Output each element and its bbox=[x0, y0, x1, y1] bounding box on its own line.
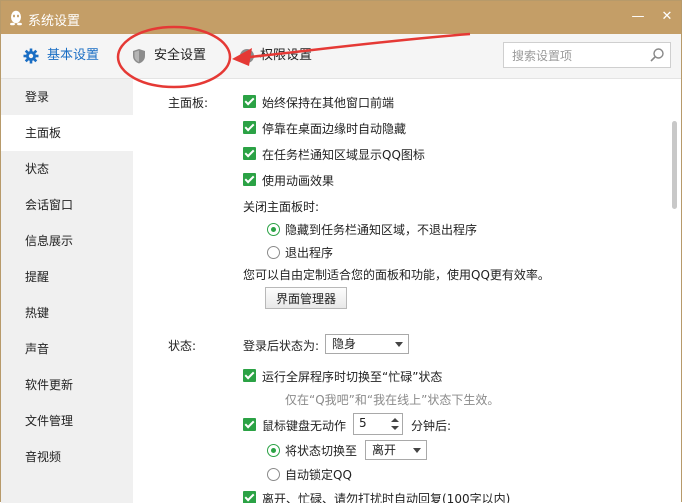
idle-suffix-label: 分钟后: bbox=[411, 419, 452, 433]
window-title: 系统设置 bbox=[28, 14, 81, 29]
minimize-button[interactable]: — bbox=[630, 9, 646, 25]
sidebar-item-login[interactable]: 登录 bbox=[1, 79, 133, 115]
tab-permission-settings-label: 权限设置 bbox=[260, 48, 313, 63]
tab-basic-settings-label: 基本设置 bbox=[47, 48, 100, 63]
hide-to-tray-label[interactable]: 隐藏到任务栏通知区域，不退出程序 bbox=[285, 221, 477, 238]
title-bar: 系统设置 — ✕ bbox=[1, 1, 681, 34]
exit-program-label[interactable]: 退出程序 bbox=[285, 244, 333, 261]
scrollbar-thumb[interactable] bbox=[672, 121, 677, 209]
chevron-down-icon bbox=[413, 448, 421, 453]
tab-permission-settings[interactable]: ? 权限设置 bbox=[239, 34, 329, 78]
idle-minutes-stepper[interactable]: 5 bbox=[353, 413, 403, 435]
auto-hide-checkbox[interactable] bbox=[243, 121, 256, 134]
after-login-status-label: 登录后状态为: bbox=[243, 339, 320, 353]
fullscreen-busy-checkbox[interactable] bbox=[243, 369, 256, 382]
animation-label[interactable]: 使用动画效果 bbox=[262, 172, 334, 189]
search-box bbox=[503, 42, 671, 68]
main-panel-section-label: 主面板: bbox=[168, 96, 209, 110]
always-on-top-checkbox[interactable] bbox=[243, 95, 256, 108]
gear-icon bbox=[23, 48, 39, 64]
search-icon[interactable] bbox=[649, 47, 665, 63]
auto-reply-label[interactable]: 离开、忙碌、请勿打扰时自动回复(100字以内) bbox=[262, 490, 510, 503]
tray-icon-label[interactable]: 在任务栏通知区域显示QQ图标 bbox=[262, 146, 425, 163]
sidebar-item-main-panel[interactable]: 主面板 bbox=[1, 115, 133, 151]
switch-status-label[interactable]: 将状态切换至 bbox=[285, 442, 357, 459]
auto-hide-label[interactable]: 停靠在桌面边缘时自动隐藏 bbox=[262, 120, 406, 137]
sidebar-item-chat-window[interactable]: 会话窗口 bbox=[1, 187, 133, 223]
sidebar-item-sound[interactable]: 声音 bbox=[1, 331, 133, 367]
always-on-top-label[interactable]: 始终保持在其他窗口前端 bbox=[262, 94, 394, 111]
stepper-up-icon[interactable] bbox=[391, 418, 399, 422]
switch-status-value: 离开 bbox=[372, 443, 397, 457]
stepper-down-icon[interactable] bbox=[391, 426, 399, 430]
animation-checkbox[interactable] bbox=[243, 173, 256, 186]
idle-label[interactable]: 鼠标键盘无动作 bbox=[262, 417, 346, 434]
tab-security-settings[interactable]: 安全设置 bbox=[131, 34, 221, 78]
sidebar-item-hotkeys[interactable]: 热键 bbox=[1, 295, 133, 331]
svg-text:?: ? bbox=[244, 52, 249, 63]
auto-lock-radio[interactable] bbox=[267, 468, 280, 481]
sidebar-item-status[interactable]: 状态 bbox=[1, 151, 133, 187]
auto-lock-label[interactable]: 自动锁定QQ bbox=[285, 466, 352, 483]
customize-hint: 您可以自由定制适合您的面板和功能，使用QQ更有效率。 bbox=[243, 268, 550, 282]
settings-sidebar: 登录 主面板 状态 会话窗口 信息展示 提醒 热键 声音 软件更新 文件管理 音… bbox=[1, 79, 133, 503]
switch-status-select[interactable]: 离开 bbox=[365, 440, 427, 460]
sidebar-item-file-management[interactable]: 文件管理 bbox=[1, 403, 133, 439]
qq-penguin-icon bbox=[10, 10, 22, 26]
interface-manager-button[interactable]: 界面管理器 bbox=[265, 287, 347, 309]
close-behavior-label: 关闭主面板时: bbox=[243, 200, 320, 214]
search-input[interactable] bbox=[510, 44, 644, 68]
sidebar-item-software-update[interactable]: 软件更新 bbox=[1, 367, 133, 403]
auto-reply-checkbox[interactable] bbox=[243, 491, 256, 503]
close-button[interactable]: ✕ bbox=[659, 9, 675, 25]
content-scrollbar[interactable] bbox=[669, 79, 681, 503]
tray-icon-checkbox[interactable] bbox=[243, 147, 256, 160]
sidebar-item-info-display[interactable]: 信息展示 bbox=[1, 223, 133, 259]
shield-icon bbox=[133, 49, 145, 64]
after-login-status-select[interactable]: 隐身 bbox=[325, 334, 409, 354]
switch-status-radio[interactable] bbox=[267, 444, 280, 457]
fullscreen-busy-label[interactable]: 运行全屏程序时切换至“忙碌”状态 bbox=[262, 368, 442, 385]
hide-to-tray-radio[interactable] bbox=[267, 223, 280, 236]
fullscreen-busy-note: 仅在“Q我吧”和“我在线上”状态下生效。 bbox=[285, 393, 500, 407]
sidebar-item-reminders[interactable]: 提醒 bbox=[1, 259, 133, 295]
status-section-label: 状态: bbox=[168, 339, 197, 353]
settings-tabs: 基本设置 安全设置 ? 权限设置 bbox=[1, 34, 681, 79]
question-icon: ? bbox=[240, 49, 254, 63]
after-login-status-value: 隐身 bbox=[332, 337, 357, 351]
settings-window: 系统设置 — ✕ 基本设置 安全设置 ? 权限设置 搜索设置项 登录 主面板 状… bbox=[0, 0, 682, 503]
idle-checkbox[interactable] bbox=[243, 418, 256, 431]
tab-basic-settings[interactable]: 基本设置 bbox=[23, 34, 113, 78]
sidebar-item-audio-video[interactable]: 音视频 bbox=[1, 439, 133, 475]
settings-content: 主面板: 始终保持在其他窗口前端 停靠在桌面边缘时自动隐藏 在任务栏通知区域显示… bbox=[133, 79, 669, 503]
tab-security-settings-label: 安全设置 bbox=[154, 48, 207, 63]
exit-program-radio[interactable] bbox=[267, 246, 280, 259]
chevron-down-icon bbox=[395, 342, 403, 347]
idle-minutes-value: 5 bbox=[359, 416, 367, 430]
